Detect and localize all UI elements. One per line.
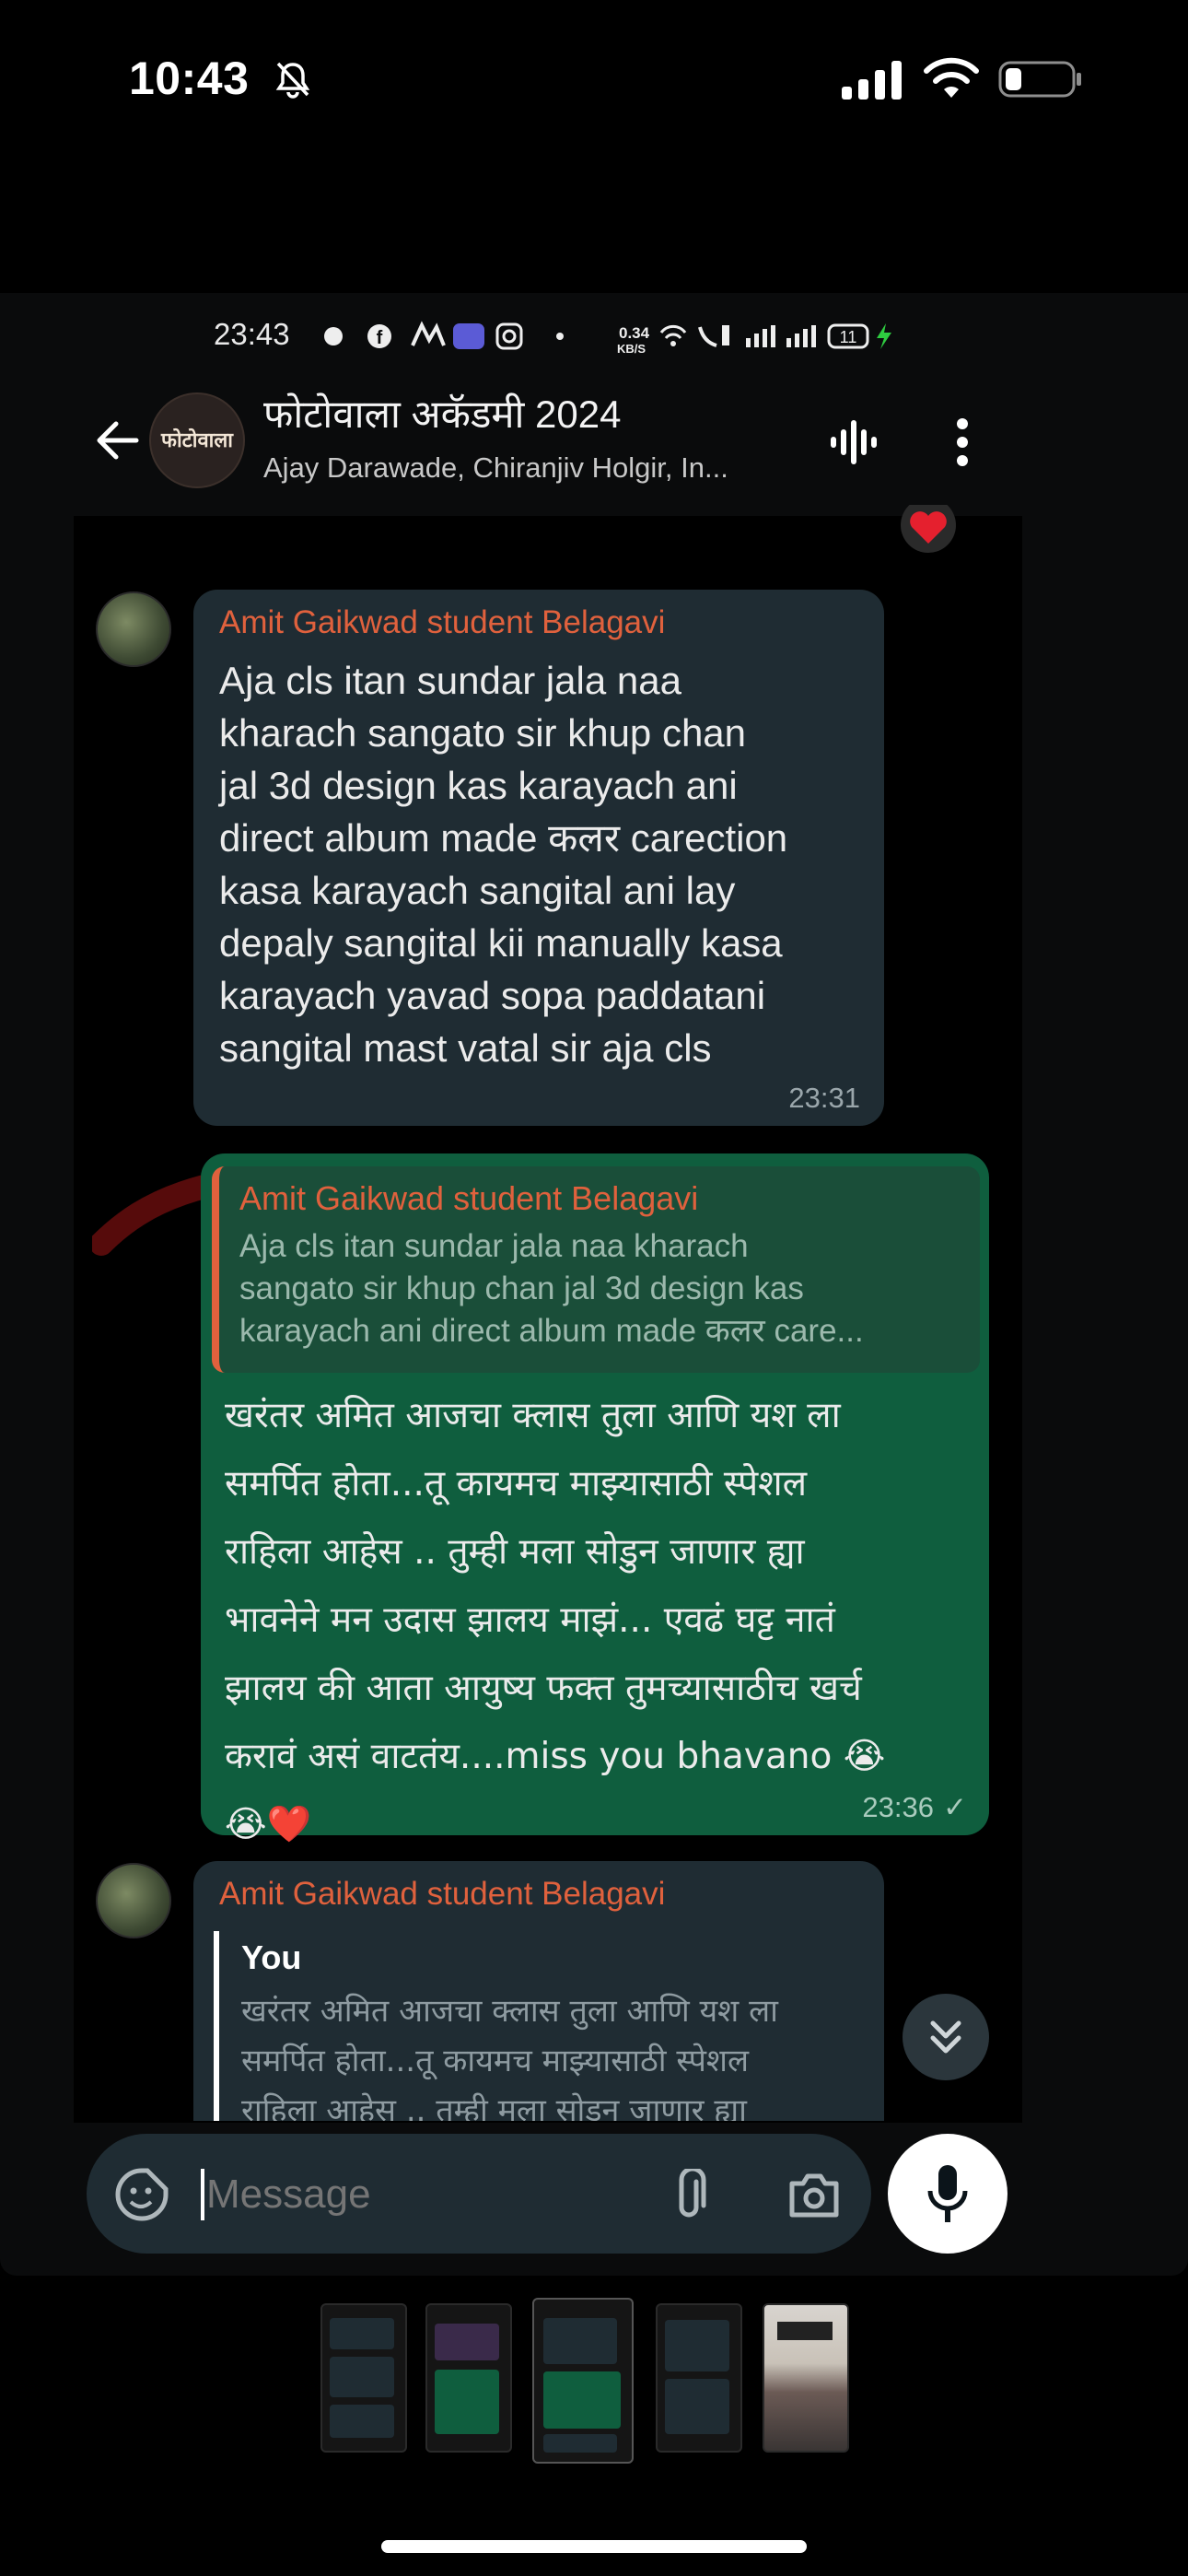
speed-label: 0.34: [619, 324, 650, 342]
inner-status-icons: f 0.34 KB/S 11: [324, 321, 891, 355]
wifi-icon: [924, 57, 979, 98]
voice-chat-icon[interactable]: [827, 416, 879, 468]
message-line: sangital mast vatal sir aja cls: [219, 1026, 712, 1070]
voice-record-button[interactable]: [888, 2134, 1007, 2254]
message-line: भावनेने मन उदास झालय माझं... एवढं घट्ट न…: [225, 1599, 835, 1641]
ios-status-time: 10:43: [129, 53, 250, 104]
group-name[interactable]: फोटोवाला अकॅडमी 2024: [263, 387, 621, 439]
mic-icon: [927, 2165, 968, 2222]
message-line: direct album made कलर carection: [219, 816, 788, 860]
message-time: 23:36: [862, 1791, 934, 1823]
message-line: karayach yavad sopa paddatani: [219, 974, 766, 1017]
sticker-icon[interactable]: [114, 2167, 169, 2222]
quoted-line: Aja cls itan sundar jala naa kharach: [239, 1228, 749, 1264]
message-line: समर्पित होता...तू कायमच माझ्यासाठी स्पेश…: [225, 1463, 808, 1505]
incoming-message-bubble[interactable]: Amit Gaikwad student Belagavi Aja cls it…: [193, 590, 884, 1126]
quoted-line: karayach ani direct album made कलर care.…: [239, 1313, 864, 1349]
sender-name[interactable]: Amit Gaikwad student Belagavi: [219, 604, 665, 641]
incoming-message-clip: Amit Gaikwad student Belagavi You खरंतर …: [193, 1861, 884, 2121]
group-avatar-text: फोटोवाला: [161, 429, 233, 452]
message-line: झालय की आता आयुष्य फक्त तुमच्यासाठीच खर्…: [225, 1668, 862, 1709]
thumbnail-3-selected[interactable]: [532, 2298, 634, 2464]
quoted-message[interactable]: You खरंतर अमित आजचा क्लास तुला आणि यश ला…: [214, 1931, 864, 2121]
thumbnail-1[interactable]: [320, 2303, 407, 2453]
heart-reaction-icon: [901, 505, 956, 553]
quoted-message[interactable]: Amit Gaikwad student Belagavi Aja cls it…: [212, 1166, 980, 1373]
group-members[interactable]: Ajay Darawade, Chiranjiv Holgir, In...: [263, 451, 728, 485]
sender-name[interactable]: Amit Gaikwad student Belagavi: [219, 1876, 665, 1913]
quoted-sender: Amit Gaikwad student Belagavi: [239, 1179, 699, 1217]
sender-avatar[interactable]: [96, 591, 171, 667]
inner-battery-level: 11: [840, 328, 857, 346]
message-text: खरंतर अमित आजचा क्लास तुला आणि यश ला समर…: [225, 1382, 989, 1859]
group-avatar[interactable]: फोटोवाला: [149, 392, 245, 488]
bell-slash-icon: [275, 62, 310, 99]
inner-status-time: 23:43: [214, 317, 290, 351]
message-input[interactable]: [204, 2158, 724, 2231]
quoted-sender: You: [241, 1938, 302, 1976]
quoted-text: खरंतर अमित आजचा क्लास तुला आणि यश ला समर…: [241, 1986, 849, 2121]
battery-icon: [998, 61, 1081, 98]
outgoing-message-bubble[interactable]: Amit Gaikwad student Belagavi Aja cls it…: [201, 1153, 989, 1845]
quoted-line: sangato sir khup chan jal 3d design kas: [239, 1270, 804, 1306]
message-time: 23:31: [788, 1082, 860, 1114]
sender-avatar[interactable]: [96, 1863, 171, 1938]
message-line: kharach sangato sir khup chan: [219, 711, 747, 755]
message-text: Aja cls itan sundar jala naa kharach san…: [219, 654, 882, 1074]
quoted-line: राहिला आहेस .. तुम्ही मला सोडुन जाणार ह्…: [241, 2092, 747, 2121]
attach-icon[interactable]: [669, 2169, 709, 2222]
incoming-message-bubble[interactable]: Amit Gaikwad student Belagavi You खरंतर …: [193, 1861, 884, 2121]
message-line: depaly sangital kii manually kasa: [219, 921, 783, 965]
quoted-line: खरंतर अमित आजचा क्लास तुला आणि यश ला: [241, 1993, 778, 2030]
cellular-signal-icon: [842, 61, 902, 100]
svg-text:f: f: [377, 328, 383, 348]
sent-check-icon: ✓: [943, 1791, 967, 1823]
more-vert-icon[interactable]: [949, 415, 976, 470]
double-chevron-down-icon: [930, 2020, 961, 2054]
scroll-down-button[interactable]: [903, 1994, 989, 2080]
message-line: करावं असं वाटतंय....miss you bhavano 😭: [225, 1736, 886, 1777]
thumbnail-5[interactable]: [763, 2303, 849, 2453]
camera-icon[interactable]: [786, 2171, 842, 2219]
message-line: jal 3d design kas karayach ani: [219, 764, 738, 807]
message-line: Aja cls itan sundar jala naa: [219, 659, 681, 702]
back-arrow-icon[interactable]: [92, 415, 144, 466]
quoted-line: समर्पित होता...तू कायमच माझ्यासाठी स्पेश…: [241, 2043, 750, 2079]
speed-unit: KB/S: [617, 342, 646, 355]
thumbnail-4[interactable]: [656, 2303, 742, 2453]
message-line: खरंतर अमित आजचा क्लास तुला आणि यश ला: [225, 1395, 841, 1436]
thumbnail-2[interactable]: [425, 2303, 512, 2453]
message-input-bar[interactable]: [87, 2134, 871, 2254]
quoted-text: Aja cls itan sundar jala naa kharach san…: [239, 1225, 976, 1352]
message-line: राहिला आहेस .. तुम्ही मला सोडुन जाणार ह्…: [225, 1531, 805, 1573]
home-indicator[interactable]: [381, 2540, 807, 2553]
message-line: kasa karayach sangital ani lay: [219, 869, 736, 912]
